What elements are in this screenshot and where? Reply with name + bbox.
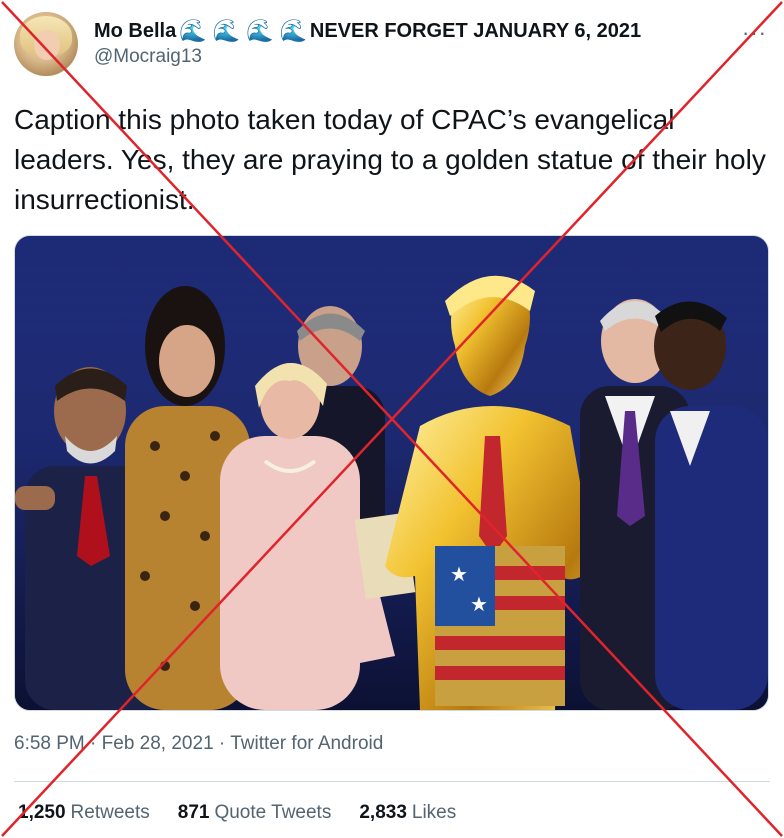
retweets-stat[interactable]: 1,250 Retweets [18,802,150,824]
svg-text:★: ★ [450,564,468,586]
display-name-text: Mo Bella [94,19,177,42]
tweet-photo[interactable]: ★ ★ [14,235,769,711]
likes-label: Likes [411,802,457,823]
display-name[interactable]: Mo Bella 🌊 🌊 🌊 🌊 NEVER FORGET JANUARY 6,… [94,18,641,44]
meta-separator: · [218,733,226,754]
wave-icon: 🌊 [179,18,207,43]
avatar-face [34,30,60,60]
user-handle[interactable]: @Mocraig13 [94,46,202,68]
engagement-stats: 1,250 Retweets 871 Quote Tweets 2,833 Likes [18,802,456,824]
avatar[interactable] [14,12,78,76]
tweet-source[interactable]: Twitter for Android [230,733,383,754]
tweet-time[interactable]: 6:58 PM [14,733,85,754]
display-name-suffix: NEVER FORGET JANUARY 6, 2021 [309,19,642,42]
retweets-label: Retweets [70,802,150,823]
photo-illustration: ★ ★ [15,236,768,710]
tweet-text: Caption this photo taken today of CPAC’s… [14,104,766,215]
more-options-icon[interactable]: ··· [742,20,767,46]
retweets-count: 1,250 [18,802,66,823]
wave-icon: 🌊 [212,18,241,43]
wave-icon: 🌊 [279,18,307,43]
likes-stat[interactable]: 2,833 Likes [359,802,456,824]
svg-text:★: ★ [470,594,488,616]
tweet-date[interactable]: Feb 28, 2021 [102,733,214,754]
quote-tweets-label: Quote Tweets [214,802,332,823]
divider [14,781,770,782]
quote-tweets-count: 871 [177,802,210,823]
tweet-metadata: 6:58 PM · Feb 28, 2021 · Twitter for And… [14,733,383,755]
likes-count: 2,833 [359,802,407,823]
quote-tweets-stat[interactable]: 871 Quote Tweets [178,802,332,824]
wave-icon: 🌊 [246,18,274,43]
meta-separator: · [90,733,97,754]
